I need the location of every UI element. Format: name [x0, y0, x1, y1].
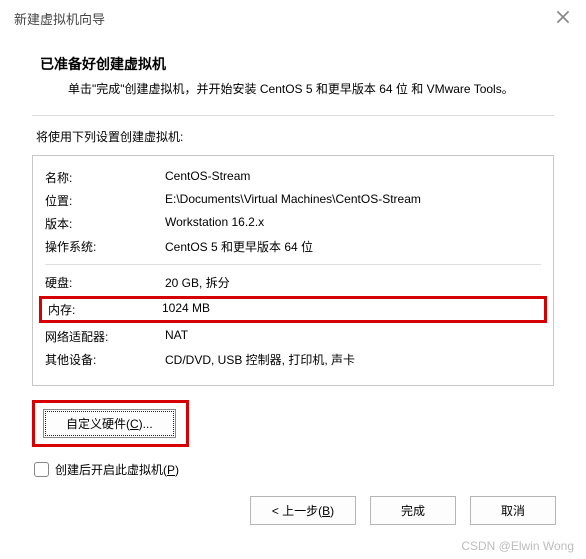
row-other-devices: 其他设备: CD/DVD, USB 控制器, 打印机, 声卡 [45, 348, 541, 371]
label-memory: 内存: [48, 301, 162, 318]
cancel-button[interactable]: 取消 [470, 496, 556, 525]
customize-label-post: )... [139, 417, 153, 431]
power-on-label: 创建后开启此虚拟机(P) [55, 461, 179, 478]
value-os: CentOS 5 和更早版本 64 位 [165, 238, 541, 255]
back-button[interactable]: < 上一步(B) [250, 496, 356, 525]
value-other: CD/DVD, USB 控制器, 打印机, 声卡 [165, 351, 541, 368]
finish-button[interactable]: 完成 [370, 496, 456, 525]
section-label: 将使用下列设置创建虚拟机: [36, 128, 554, 145]
label-disk: 硬盘: [45, 274, 165, 291]
value-name: CentOS-Stream [165, 169, 541, 186]
row-location: 位置: E:\Documents\Virtual Machines\CentOS… [45, 189, 541, 212]
value-disk: 20 GB, 拆分 [165, 274, 541, 291]
value-memory: 1024 MB [162, 301, 538, 318]
window-title: 新建虚拟机向导 [14, 9, 105, 28]
value-network: NAT [165, 328, 541, 345]
customize-hardware-highlight: 自定义硬件(C)... [32, 400, 189, 447]
customize-label-pre: 自定义硬件( [66, 417, 130, 431]
titlebar: 新建虚拟机向导 [0, 0, 586, 36]
label-network: 网络适配器: [45, 328, 165, 345]
row-network: 网络适配器: NAT [45, 325, 541, 348]
watermark: CSDN @Elwin Wong [461, 539, 574, 553]
label-version: 版本: [45, 215, 165, 232]
checkbox-icon[interactable] [34, 462, 49, 477]
page-subheading: 单击"完成"创建虚拟机，并开始安装 CentOS 5 和更早版本 64 位 和 … [68, 80, 554, 99]
inner-divider [45, 264, 541, 265]
row-memory-highlighted: 内存: 1024 MB [39, 296, 547, 323]
label-other: 其他设备: [45, 351, 165, 368]
row-version: 版本: Workstation 16.2.x [45, 212, 541, 235]
page-heading: 已准备好创建虚拟机 [40, 54, 554, 74]
power-on-after-create-option[interactable]: 创建后开启此虚拟机(P) [34, 461, 554, 478]
value-location: E:\Documents\Virtual Machines\CentOS-Str… [165, 192, 541, 209]
customize-hardware-button[interactable]: 自定义硬件(C)... [43, 409, 176, 438]
label-location: 位置: [45, 192, 165, 209]
row-name: 名称: CentOS-Stream [45, 166, 541, 189]
label-os: 操作系统: [45, 238, 165, 255]
wizard-footer: < 上一步(B) 完成 取消 [250, 496, 556, 525]
label-name: 名称: [45, 169, 165, 186]
settings-summary-box: 名称: CentOS-Stream 位置: E:\Documents\Virtu… [32, 155, 554, 386]
divider [32, 115, 554, 116]
value-version: Workstation 16.2.x [165, 215, 541, 232]
customize-label-key: C [130, 417, 139, 431]
close-icon[interactable] [556, 10, 570, 24]
row-os: 操作系统: CentOS 5 和更早版本 64 位 [45, 235, 541, 258]
row-disk: 硬盘: 20 GB, 拆分 [45, 271, 541, 294]
